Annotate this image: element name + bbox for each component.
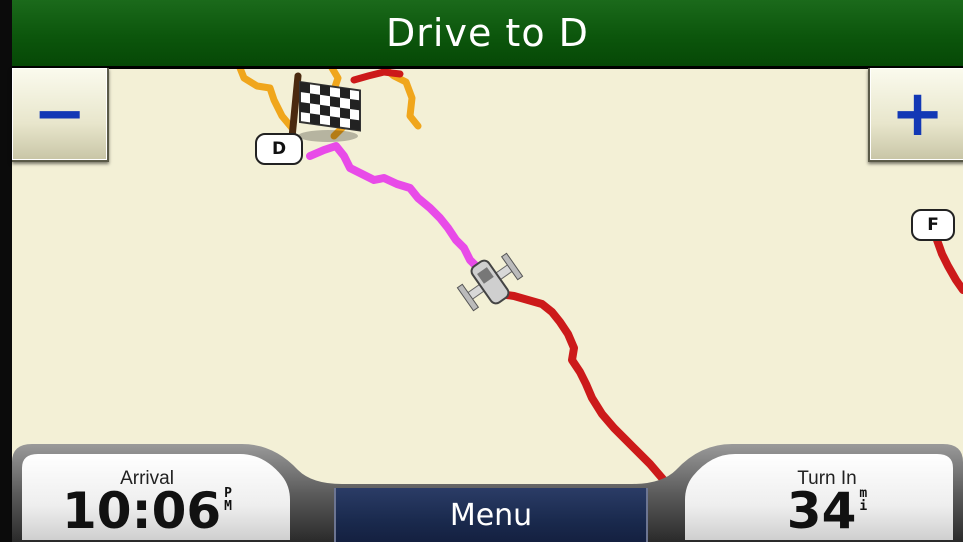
page-title: Drive to D (386, 11, 589, 55)
road-right-edge (933, 236, 963, 294)
navigation-screen: D F Drive to D − + Arrival 10:06 P M Men… (0, 0, 963, 542)
zoom-out-button[interactable]: − (12, 68, 109, 162)
menu-label: Menu (449, 497, 533, 533)
arrival-time: 10:06 P M (32, 486, 262, 536)
arrival-ampm: PM (224, 487, 232, 513)
active-route-line (306, 142, 482, 272)
turn-in-unit: mi (859, 487, 867, 513)
vehicle-icon (456, 252, 524, 312)
plus-icon: + (890, 77, 945, 151)
menu-button[interactable]: Menu (334, 488, 648, 542)
turn-in-value: 34 (786, 482, 857, 540)
zoom-in-button[interactable]: + (868, 68, 963, 162)
arrival-unit-bottom: M (224, 499, 232, 514)
turn-in-unit-bottom: i (859, 499, 868, 514)
minus-icon: − (32, 77, 87, 151)
turn-in-panel[interactable]: Turn In 34 m i (712, 456, 942, 538)
arrival-panel[interactable]: Arrival 10:06 P M (32, 456, 262, 538)
turn-in-distance: 34 m i (712, 486, 942, 536)
title-bar: Drive to D (12, 0, 963, 69)
waypoint-badge: F (911, 209, 955, 241)
arrival-time-value: 10:06 (62, 482, 222, 540)
destination-badge: D (255, 133, 303, 165)
bottom-bar: Arrival 10:06 P M Menu Turn In 34 m i (12, 440, 963, 542)
